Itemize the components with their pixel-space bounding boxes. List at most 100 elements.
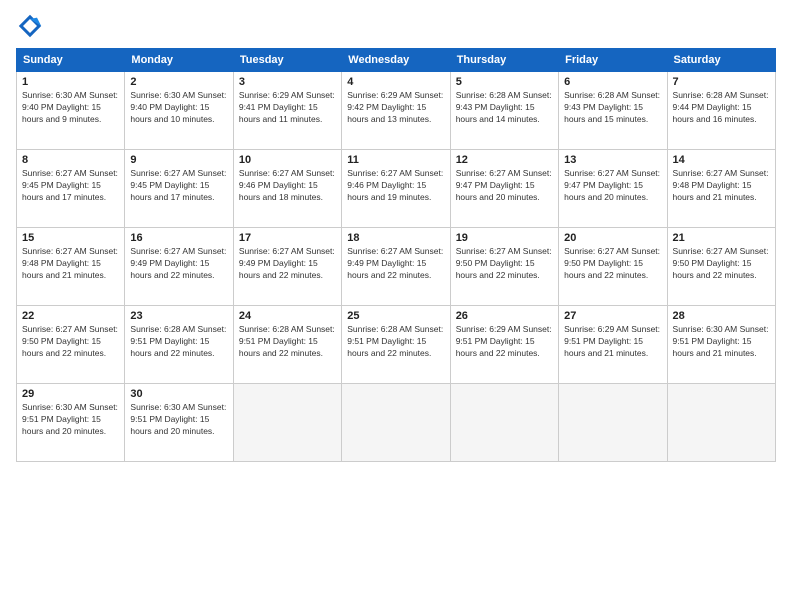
day-cell-15: 15 Sunrise: 6:27 AM Sunset: 9:48 PM Dayli… (17, 228, 125, 306)
calendar-week-1: 8 Sunrise: 6:27 AM Sunset: 9:45 PM Daylig… (17, 150, 776, 228)
empty-cell (450, 384, 558, 462)
day-cell-22: 22 Sunrise: 6:27 AM Sunset: 9:50 PM Dayli… (17, 306, 125, 384)
day-number: 19 (456, 232, 553, 244)
day-info: Sunrise: 6:27 AM Sunset: 9:49 PM Dayligh… (347, 246, 444, 282)
day-info: Sunrise: 6:30 AM Sunset: 9:40 PM Dayligh… (22, 90, 119, 126)
day-info: Sunrise: 6:27 AM Sunset: 9:48 PM Dayligh… (22, 246, 119, 282)
day-cell-11: 11 Sunrise: 6:27 AM Sunset: 9:46 PM Dayli… (342, 150, 450, 228)
day-info: Sunrise: 6:30 AM Sunset: 9:51 PM Dayligh… (673, 324, 770, 360)
day-cell-19: 19 Sunrise: 6:27 AM Sunset: 9:50 PM Dayli… (450, 228, 558, 306)
weekday-header-tuesday: Tuesday (233, 49, 341, 72)
day-info: Sunrise: 6:27 AM Sunset: 9:50 PM Dayligh… (673, 246, 770, 282)
calendar-week-2: 15 Sunrise: 6:27 AM Sunset: 9:48 PM Dayli… (17, 228, 776, 306)
day-number: 24 (239, 310, 336, 322)
day-info: Sunrise: 6:30 AM Sunset: 9:51 PM Dayligh… (22, 402, 119, 438)
day-cell-16: 16 Sunrise: 6:27 AM Sunset: 9:49 PM Dayli… (125, 228, 233, 306)
day-number: 11 (347, 154, 444, 166)
weekday-header-friday: Friday (559, 49, 667, 72)
weekday-header-row: SundayMondayTuesdayWednesdayThursdayFrid… (17, 49, 776, 72)
day-number: 15 (22, 232, 119, 244)
day-cell-5: 5 Sunrise: 6:28 AM Sunset: 9:43 PM Daylig… (450, 72, 558, 150)
page: SundayMondayTuesdayWednesdayThursdayFrid… (0, 0, 792, 612)
calendar-week-0: 1 Sunrise: 6:30 AM Sunset: 9:40 PM Daylig… (17, 72, 776, 150)
day-number: 23 (130, 310, 227, 322)
day-number: 7 (673, 76, 770, 88)
weekday-header-thursday: Thursday (450, 49, 558, 72)
calendar-week-4: 29 Sunrise: 6:30 AM Sunset: 9:51 PM Dayli… (17, 384, 776, 462)
day-info: Sunrise: 6:29 AM Sunset: 9:42 PM Dayligh… (347, 90, 444, 126)
calendar-table: SundayMondayTuesdayWednesdayThursdayFrid… (16, 48, 776, 462)
day-cell-30: 30 Sunrise: 6:30 AM Sunset: 9:51 PM Dayli… (125, 384, 233, 462)
day-cell-18: 18 Sunrise: 6:27 AM Sunset: 9:49 PM Dayli… (342, 228, 450, 306)
day-number: 13 (564, 154, 661, 166)
day-number: 25 (347, 310, 444, 322)
day-cell-2: 2Sunrise: 6:30 AM Sunset: 9:40 PM Daylig… (125, 72, 233, 150)
day-info: Sunrise: 6:27 AM Sunset: 9:46 PM Dayligh… (347, 168, 444, 204)
day-cell-9: 9 Sunrise: 6:27 AM Sunset: 9:45 PM Daylig… (125, 150, 233, 228)
day-number: 10 (239, 154, 336, 166)
day-number: 18 (347, 232, 444, 244)
day-cell-17: 17 Sunrise: 6:27 AM Sunset: 9:49 PM Dayli… (233, 228, 341, 306)
weekday-header-wednesday: Wednesday (342, 49, 450, 72)
day-number: 14 (673, 154, 770, 166)
day-info: Sunrise: 6:27 AM Sunset: 9:49 PM Dayligh… (239, 246, 336, 282)
day-cell-8: 8 Sunrise: 6:27 AM Sunset: 9:45 PM Daylig… (17, 150, 125, 228)
day-cell-20: 20 Sunrise: 6:27 AM Sunset: 9:50 PM Dayli… (559, 228, 667, 306)
empty-cell (667, 384, 775, 462)
day-cell-13: 13 Sunrise: 6:27 AM Sunset: 9:47 PM Dayli… (559, 150, 667, 228)
day-info: Sunrise: 6:29 AM Sunset: 9:51 PM Dayligh… (564, 324, 661, 360)
day-info: Sunrise: 6:28 AM Sunset: 9:44 PM Dayligh… (673, 90, 770, 126)
day-number: 8 (22, 154, 119, 166)
day-cell-12: 12 Sunrise: 6:27 AM Sunset: 9:47 PM Dayli… (450, 150, 558, 228)
empty-cell (233, 384, 341, 462)
weekday-header-saturday: Saturday (667, 49, 775, 72)
day-number: 17 (239, 232, 336, 244)
logo (16, 12, 48, 40)
day-info: Sunrise: 6:27 AM Sunset: 9:49 PM Dayligh… (130, 246, 227, 282)
day-number: 12 (456, 154, 553, 166)
day-info: Sunrise: 6:27 AM Sunset: 9:47 PM Dayligh… (564, 168, 661, 204)
day-number: 30 (130, 388, 227, 400)
day-number: 29 (22, 388, 119, 400)
day-info: Sunrise: 6:28 AM Sunset: 9:51 PM Dayligh… (347, 324, 444, 360)
weekday-header-sunday: Sunday (17, 49, 125, 72)
day-info: Sunrise: 6:28 AM Sunset: 9:43 PM Dayligh… (564, 90, 661, 126)
day-cell-10: 10 Sunrise: 6:27 AM Sunset: 9:46 PM Dayli… (233, 150, 341, 228)
day-info: Sunrise: 6:27 AM Sunset: 9:45 PM Dayligh… (130, 168, 227, 204)
header (16, 12, 776, 40)
day-info: Sunrise: 6:27 AM Sunset: 9:50 PM Dayligh… (564, 246, 661, 282)
day-info: Sunrise: 6:27 AM Sunset: 9:47 PM Dayligh… (456, 168, 553, 204)
day-cell-29: 29 Sunrise: 6:30 AM Sunset: 9:51 PM Dayli… (17, 384, 125, 462)
day-cell-26: 26Sunrise: 6:29 AM Sunset: 9:51 PM Dayli… (450, 306, 558, 384)
calendar-week-3: 22 Sunrise: 6:27 AM Sunset: 9:50 PM Dayli… (17, 306, 776, 384)
day-info: Sunrise: 6:27 AM Sunset: 9:50 PM Dayligh… (456, 246, 553, 282)
day-cell-23: 23Sunrise: 6:28 AM Sunset: 9:51 PM Dayli… (125, 306, 233, 384)
day-number: 2 (130, 76, 227, 88)
day-info: Sunrise: 6:27 AM Sunset: 9:48 PM Dayligh… (673, 168, 770, 204)
day-number: 5 (456, 76, 553, 88)
empty-cell (342, 384, 450, 462)
day-number: 27 (564, 310, 661, 322)
day-info: Sunrise: 6:27 AM Sunset: 9:46 PM Dayligh… (239, 168, 336, 204)
day-info: Sunrise: 6:29 AM Sunset: 9:41 PM Dayligh… (239, 90, 336, 126)
day-number: 1 (22, 76, 119, 88)
empty-cell (559, 384, 667, 462)
day-number: 28 (673, 310, 770, 322)
day-number: 9 (130, 154, 227, 166)
day-cell-27: 27 Sunrise: 6:29 AM Sunset: 9:51 PM Dayli… (559, 306, 667, 384)
day-number: 6 (564, 76, 661, 88)
day-number: 16 (130, 232, 227, 244)
logo-icon (16, 12, 44, 40)
day-info: Sunrise: 6:28 AM Sunset: 9:43 PM Dayligh… (456, 90, 553, 126)
day-info: Sunrise: 6:30 AM Sunset: 9:51 PM Dayligh… (130, 402, 227, 438)
day-cell-28: 28 Sunrise: 6:30 AM Sunset: 9:51 PM Dayli… (667, 306, 775, 384)
day-info: Sunrise: 6:27 AM Sunset: 9:50 PM Dayligh… (22, 324, 119, 360)
day-cell-21: 21Sunrise: 6:27 AM Sunset: 9:50 PM Dayli… (667, 228, 775, 306)
day-number: 20 (564, 232, 661, 244)
day-info: Sunrise: 6:27 AM Sunset: 9:45 PM Dayligh… (22, 168, 119, 204)
day-number: 22 (22, 310, 119, 322)
weekday-header-monday: Monday (125, 49, 233, 72)
day-cell-14: 14 Sunrise: 6:27 AM Sunset: 9:48 PM Dayli… (667, 150, 775, 228)
day-info: Sunrise: 6:28 AM Sunset: 9:51 PM Dayligh… (239, 324, 336, 360)
day-cell-24: 24 Sunrise: 6:28 AM Sunset: 9:51 PM Dayli… (233, 306, 341, 384)
